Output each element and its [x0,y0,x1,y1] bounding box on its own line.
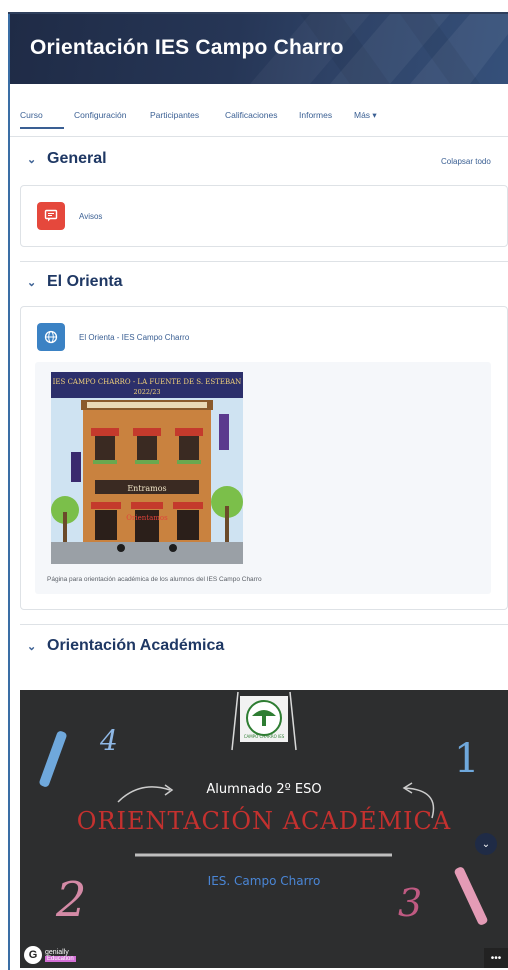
activity-link-avisos[interactable]: Avisos [79,212,102,221]
section-academica-header[interactable]: ⌄ Orientación Académica [27,637,224,655]
activity-card-avisos: Avisos [20,185,508,247]
tab-participantes[interactable]: Participantes [150,110,199,120]
tab-mas[interactable]: Más ▾ [354,110,377,121]
orientamos-text: Orientamos [126,514,168,522]
page-description: Página para orientación académica de los… [47,576,262,583]
svg-text:1: 1 [454,736,479,782]
globe-icon [37,323,65,351]
genially-brand: genially [45,948,69,956]
chevron-down-icon[interactable]: ⌄ [27,276,41,289]
banner-year: 2022/23 [133,388,160,396]
section-title: El Orienta [47,273,123,290]
section-general-header[interactable]: ⌄ General [27,150,107,168]
genially-tag: Education [45,955,76,962]
section-orienta-header[interactable]: ⌄ El Orienta [27,273,123,291]
tab-informes[interactable]: Informes [299,110,332,120]
building-image[interactable]: IES CAMPO CHARRO - LA FUENTE DE S. ESTEB… [51,372,243,564]
course-title: Orientación IES Campo Charro [30,36,344,59]
forum-icon [37,202,65,230]
section-title: General [47,150,107,167]
course-nav: Curso Configuración Participantes Califi… [10,84,508,137]
tab-calificaciones[interactable]: Calificaciones [225,110,277,120]
section-title: Orientación Académica [47,637,225,654]
chevron-down-icon[interactable]: ⌄ [475,833,497,855]
embed-title: ORIENTACIÓN ACADÉMICA [76,807,452,835]
tab-curso[interactable]: Curso [20,110,43,120]
genially-logo[interactable]: G genially Education [24,946,76,964]
collapse-all-link[interactable]: Colapsar todo [441,157,491,166]
section-divider [20,261,508,262]
active-tab-indicator [20,127,64,129]
course-header: Orientación IES Campo Charro [10,14,508,84]
entramos-sign: Entramos [127,484,166,493]
banner-text: IES CAMPO CHARRO - LA FUENTE DE S. ESTEB… [53,378,242,386]
chevron-down-icon[interactable]: ⌄ [27,153,41,166]
window-left-border [8,14,10,970]
embed-school: IES. Campo Charro [207,874,321,888]
more-options-icon[interactable]: ••• [484,948,508,968]
svg-text:4: 4 [99,724,118,757]
embed-subtitle: Alumnado 2º ESO [206,782,322,797]
section-divider [20,624,508,625]
tab-configuracion[interactable]: Configuración [74,110,126,120]
genially-g-icon: G [24,946,42,964]
chevron-down-icon[interactable]: ⌄ [27,640,41,653]
genially-embed[interactable]: 4 1 2 3 CAMPO CHARRO IES Alumnado 2º ESO… [20,690,508,968]
activity-link-orienta[interactable]: El Orienta - IES Campo Charro [79,333,189,342]
school-logo-text: CAMPO CHARRO IES [244,734,285,739]
